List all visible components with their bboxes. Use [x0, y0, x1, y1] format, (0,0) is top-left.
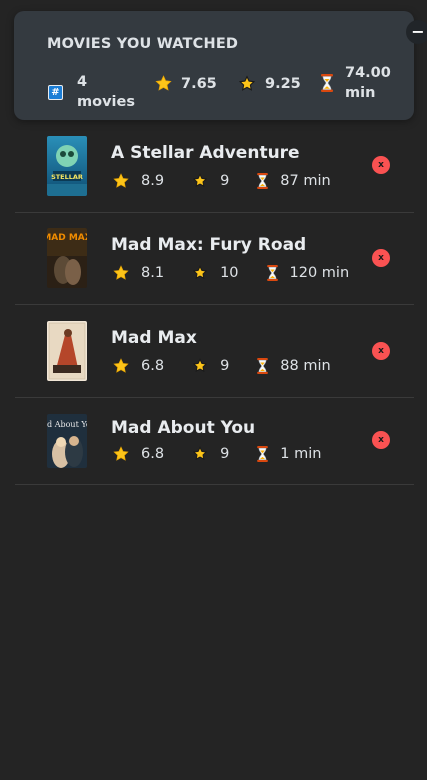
glowing-star-icon — [192, 446, 208, 461]
summary-count-value: 4 — [77, 74, 88, 90]
summary-imdb-value: 7.65 — [181, 76, 217, 92]
imdb-rating: 8.9 — [141, 173, 165, 189]
movie-row[interactable]: STELLAR A Stellar Adventure 8.9 9 87 min… — [15, 120, 414, 213]
delete-movie-button[interactable]: x — [372, 342, 390, 360]
movie-row[interactable]: Mad About You Mad About You 6.8 9 1 min … — [15, 397, 414, 485]
poster-caption: STELLAR — [51, 173, 83, 181]
movie-stats: 8.9 9 87 min — [113, 173, 331, 189]
summary-runtime-value: 74.00 — [345, 65, 391, 81]
user-rating: 10 — [220, 265, 239, 281]
glowing-star-icon — [192, 265, 208, 280]
runtime: 87 min — [280, 173, 331, 189]
imdb-rating: 6.8 — [141, 446, 165, 462]
star-icon — [155, 75, 172, 91]
runtime: 88 min — [280, 358, 331, 374]
movie-poster: STELLAR — [47, 136, 87, 196]
movie-row[interactable]: Mad Max 6.8 9 88 min x — [15, 305, 414, 398]
movie-title: Mad About You — [111, 418, 256, 438]
hourglass-icon — [321, 74, 333, 92]
summary-count-unit: movies — [77, 94, 135, 110]
star-icon — [113, 446, 129, 461]
movie-stats: 6.8 9 1 min — [113, 446, 321, 462]
movie-poster: Mad About You — [47, 414, 87, 468]
movie-stats: 6.8 9 88 min — [113, 358, 331, 374]
delete-movie-button[interactable]: x — [372, 249, 390, 267]
glowing-star-icon — [192, 358, 208, 373]
movie-title: A Stellar Adventure — [111, 143, 300, 163]
delete-movie-button[interactable]: x — [372, 431, 390, 449]
runtime: 120 min — [289, 265, 350, 281]
watched-list-panel: MOVIES YOU WATCHED − # 4 movies 7.65 9.2… — [0, 0, 427, 780]
hash-icon: # — [48, 84, 63, 100]
movie-poster — [47, 321, 87, 381]
hourglass-icon — [257, 358, 269, 374]
runtime: 1 min — [280, 446, 322, 462]
imdb-rating: 6.8 — [141, 358, 165, 374]
summary-runtime-unit: min — [345, 85, 376, 101]
watched-summary: MOVIES YOU WATCHED − # 4 movies 7.65 9.2… — [14, 11, 427, 120]
movie-title: Mad Max — [111, 328, 197, 348]
poster-caption: MAD MAX — [47, 233, 87, 243]
star-icon — [113, 173, 129, 188]
summary-count: # 4 movies — [48, 72, 135, 112]
summary-title: MOVIES YOU WATCHED — [47, 36, 239, 52]
user-rating: 9 — [220, 358, 230, 374]
hourglass-icon — [266, 265, 278, 281]
movie-poster: MAD MAX — [47, 228, 87, 288]
user-rating: 9 — [220, 446, 230, 462]
hourglass-icon — [257, 446, 269, 462]
star-icon — [113, 358, 129, 373]
collapse-toggle-button[interactable]: − — [406, 20, 427, 44]
hourglass-icon — [257, 173, 269, 189]
summary-user-value: 9.25 — [265, 76, 301, 92]
glowing-star-icon — [238, 74, 256, 91]
imdb-rating: 8.1 — [141, 265, 165, 281]
user-rating: 9 — [220, 173, 230, 189]
glowing-star-icon — [192, 173, 208, 188]
star-icon — [113, 265, 129, 280]
summary-runtime: 74.00 min — [321, 63, 391, 103]
delete-movie-button[interactable]: x — [372, 156, 390, 174]
movie-stats: 8.1 10 120 min — [113, 265, 349, 281]
summary-user-rating: 9.25 — [238, 73, 301, 94]
poster-caption: Mad About You — [47, 420, 87, 429]
summary-imdb-rating: 7.65 — [155, 73, 217, 94]
movie-title: Mad Max: Fury Road — [111, 235, 307, 255]
movie-row[interactable]: MAD MAX Mad Max: Fury Road 8.1 10 120 mi… — [15, 212, 414, 305]
